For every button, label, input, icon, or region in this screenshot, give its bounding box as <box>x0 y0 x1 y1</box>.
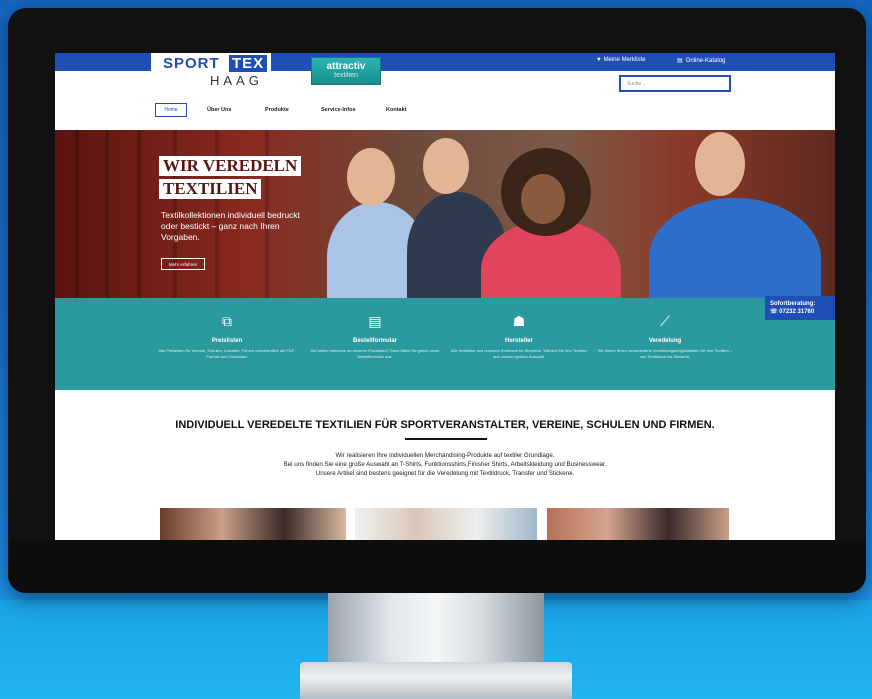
hero-title-line2: TEXTILIEN <box>159 179 262 199</box>
hero-more-button[interactable]: Mehr erfahren <box>161 258 205 270</box>
wood-plank <box>75 130 79 298</box>
product-photo[interactable] <box>160 508 346 540</box>
feature-title: Preislisten <box>211 338 243 344</box>
feature-hersteller[interactable]: ☗ Hersteller Alle Hersteller aus unserem… <box>449 314 589 360</box>
phone-icon: ☏ <box>770 309 780 315</box>
online-katalog-link[interactable]: ▤ Online-Katalog <box>677 57 726 65</box>
heading-divider <box>405 438 487 440</box>
monitor-chin <box>8 540 866 593</box>
nav-item-home[interactable]: Home <box>155 103 187 117</box>
logo-sport[interactable]: SPORT <box>163 55 220 72</box>
features-band: ⧉ Preislisten Alle Preislisten für Verei… <box>55 298 835 390</box>
heart-icon: ♥ <box>597 57 601 63</box>
sofortberatung-badge[interactable]: Sofortberatung: ☏ 07232 31760 <box>765 296 835 320</box>
monitor-stand-base <box>300 662 572 699</box>
person-head <box>423 138 469 194</box>
nav-item-produkte[interactable]: Produkte <box>265 107 289 113</box>
intro-text: Wir realisieren Ihre individuellen Merch… <box>55 451 835 478</box>
sofortberatung-phone: ☏ 07232 31760 <box>770 308 830 316</box>
person-head <box>347 148 395 206</box>
hero-subtitle: Textilkollektionen individuell bedruckt … <box>161 210 300 242</box>
person-head <box>521 174 565 224</box>
feature-title: Bestellformular <box>352 338 397 344</box>
feature-preislisten[interactable]: ⧉ Preislisten Alle Preislisten für Verei… <box>157 314 297 360</box>
person-head <box>695 132 745 196</box>
search-input[interactable]: Suche... <box>619 75 731 92</box>
hero-title: WIR VEREDELN TEXTILIEN <box>159 156 302 202</box>
merkliste-link[interactable]: ♥ Meine Merkliste <box>597 57 646 63</box>
website-screen: SPORT TEX HAAG attractiv textilien ♥ Mei… <box>55 53 835 540</box>
nav-item-ueber-uns[interactable]: Über Uns <box>207 107 231 113</box>
nav-item-service-infos[interactable]: Service-Infos <box>321 107 356 113</box>
users-icon: ☗ <box>512 314 526 330</box>
phone-number: 07232 31760 <box>779 309 815 315</box>
intro-line: Wir realisieren Ihre individuellen Merch… <box>335 452 555 459</box>
wood-plank <box>105 130 109 298</box>
person-blue-sweater <box>649 198 821 298</box>
feature-description: Alle Hersteller aus unserem Sortiment im… <box>450 348 588 359</box>
logo-haag[interactable]: HAAG <box>210 73 263 88</box>
feature-veredelung[interactable]: ⟋ Veredelung Wir bieten Ihnen verschiede… <box>595 314 735 360</box>
intro-line: Bei uns finden Sie eine große Auswahl an… <box>283 461 607 468</box>
merkliste-label: Meine Merkliste <box>603 57 646 63</box>
hero-banner: WIR VEREDELN TEXTILIEN Textilkollektione… <box>55 130 835 298</box>
wood-plank <box>137 130 141 298</box>
catalog-icon: ▤ <box>677 58 683 64</box>
feature-title: Veredelung <box>648 338 682 344</box>
katalog-label: Online-Katalog <box>685 57 726 64</box>
feature-description: Sie haben Interesse an unseren Produkten… <box>310 348 440 359</box>
partner-logo-text: attractiv <box>326 61 366 72</box>
feature-title: Hersteller <box>505 338 533 344</box>
partner-logo-subtext: textilien <box>334 72 358 79</box>
hero-title-line1: WIR VEREDELN <box>159 156 302 176</box>
nav-item-kontakt[interactable]: Kontakt <box>386 107 406 113</box>
wand-icon: ⟋ <box>660 314 670 330</box>
feature-description: Alle Preislisten für Vereine, Schulen, I… <box>158 348 296 359</box>
partner-logo[interactable]: attractiv textilien <box>311 57 381 85</box>
form-icon: ▤ <box>368 314 382 330</box>
product-photo[interactable] <box>547 508 729 540</box>
logo-tex[interactable]: TEX <box>229 55 268 72</box>
feature-bestellformular[interactable]: ▤ Bestellformular Sie haben Interesse an… <box>305 314 445 360</box>
product-photo[interactable] <box>355 508 537 540</box>
price-tag-icon: ⧉ <box>222 314 232 330</box>
monitor-stand-neck <box>328 593 544 665</box>
intro-line: Unsere Artikel sind bestens geeignet für… <box>315 470 575 477</box>
feature-description: Wir bieten Ihnen verschiedene Veredelung… <box>597 348 733 359</box>
page-heading: INDIVIDUELL VEREDELTE TEXTILIEN FÜR SPOR… <box>175 419 715 431</box>
sofortberatung-label: Sofortberatung: <box>770 301 816 307</box>
